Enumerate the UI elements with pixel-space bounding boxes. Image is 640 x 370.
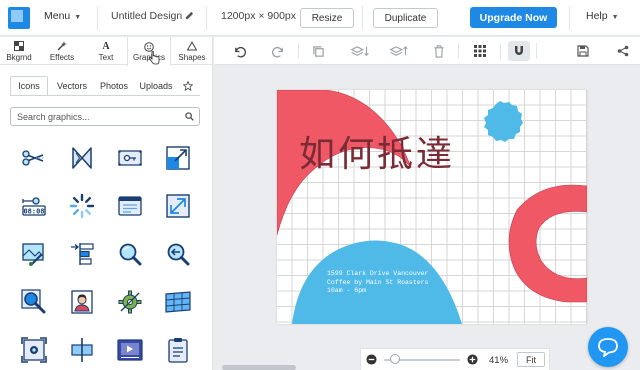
resize-button[interactable]: Resize	[300, 8, 354, 28]
zoom-back-icon[interactable]	[165, 241, 191, 267]
canvas-heading[interactable]: 如何抵達	[299, 125, 455, 177]
tab-effects[interactable]: Effects	[40, 37, 84, 65]
divider	[500, 43, 501, 59]
zoom-out-icon[interactable]	[366, 354, 377, 365]
top-bar: Menu ▼ Untitled Design 1200px × 900px Res…	[0, 0, 640, 36]
app-logo[interactable]	[8, 7, 30, 29]
undo-icon[interactable]	[230, 42, 248, 60]
text-icon: A	[102, 40, 110, 52]
tab-label: Shapes	[178, 52, 206, 62]
clipboard-icon[interactable]	[165, 337, 191, 363]
zoom-slider-handle[interactable]	[390, 354, 401, 364]
text-line: Coffee by Main St Roasters	[327, 278, 429, 286]
divider	[298, 43, 299, 59]
zoom-in-icon[interactable]	[21, 289, 47, 315]
copy-icon[interactable]	[309, 42, 327, 60]
divider	[97, 6, 98, 30]
chevron-down-icon: ▼	[611, 14, 619, 21]
id-portrait-icon[interactable]	[69, 289, 95, 315]
magnet-icon[interactable]	[508, 41, 530, 61]
divider	[536, 43, 537, 59]
layer-down-icon[interactable]	[348, 42, 372, 60]
design-canvas[interactable]: 如何抵達 1599 Clark Drive Vancouver Coffee b…	[277, 90, 587, 324]
map-grid-icon[interactable]	[165, 289, 191, 315]
share-icon[interactable]	[614, 42, 632, 60]
chat-bubble-icon	[598, 338, 618, 357]
tab-label: Text	[98, 52, 114, 62]
design-title[interactable]: Untitled Design	[111, 10, 194, 22]
zoom-bar: 41% Fit	[360, 348, 550, 370]
paint-brush-image-icon[interactable]	[21, 241, 47, 267]
help-dropdown[interactable]: Help ▼	[586, 10, 619, 22]
grid-icon[interactable]	[471, 42, 489, 60]
browser-window-icon[interactable]	[117, 193, 143, 219]
menu-dropdown[interactable]: Menu ▼	[44, 10, 81, 22]
divider	[206, 6, 207, 30]
trash-icon[interactable]	[430, 42, 448, 60]
scissors-icon[interactable]	[21, 145, 47, 171]
chat-button[interactable]	[588, 327, 628, 367]
subtab-vectors[interactable]: Vectors	[52, 76, 92, 96]
hourglass-icon[interactable]	[69, 145, 95, 171]
triangle-icon	[187, 41, 197, 52]
left-panel: Bkgrnd Effects A Text Graphics Shapes Ic…	[0, 37, 213, 370]
expand-arrow-icon[interactable]	[165, 193, 191, 219]
timer-icon[interactable]: 08:08	[21, 193, 47, 219]
divider	[458, 43, 459, 59]
divider	[569, 6, 570, 30]
tab-label: Bkgrnd	[6, 52, 32, 62]
resize-corner-icon[interactable]	[165, 145, 191, 171]
help-label: Help	[586, 10, 608, 22]
favorites-star-icon[interactable]	[178, 76, 198, 96]
magnifier-icon[interactable]	[117, 241, 143, 267]
pencil-icon	[186, 11, 194, 20]
search-box	[10, 107, 200, 126]
design-title-text: Untitled Design	[111, 10, 183, 22]
search-input[interactable]	[17, 110, 177, 123]
redo-icon[interactable]	[269, 42, 287, 60]
divider	[362, 6, 363, 30]
coral-ring-shape	[508, 184, 587, 303]
canvas-area: 如何抵達 1599 Clark Drive Vancouver Coffee b…	[214, 66, 640, 370]
scrollbar[interactable]	[204, 133, 208, 139]
video-player-icon[interactable]	[117, 337, 143, 363]
canvas-address-text[interactable]: 1599 Clark Drive Vancouver Coffee by Mai…	[327, 270, 428, 296]
fit-button[interactable]: Fit	[517, 352, 545, 367]
zoom-in-button-icon[interactable]	[467, 354, 478, 365]
upgrade-button[interactable]: Upgrade Now	[470, 7, 557, 28]
layer-up-icon[interactable]	[387, 42, 411, 60]
tab-background[interactable]: Bkgrnd	[0, 37, 38, 65]
mouse-cursor-icon	[148, 51, 160, 65]
panel-tabs: Bkgrnd Effects A Text Graphics Shapes	[0, 37, 213, 66]
zoom-percent: 41%	[489, 355, 509, 366]
save-icon[interactable]	[574, 42, 592, 60]
canvas-size-label: 1200px × 900px	[221, 10, 297, 22]
editor-toolbar	[214, 37, 640, 65]
tab-label: Effects	[49, 52, 75, 62]
duplicate-button[interactable]: Duplicate	[373, 8, 438, 28]
subtab-photos[interactable]: Photos	[94, 76, 134, 96]
subtab-uploads[interactable]: Uploads	[136, 76, 176, 96]
search-icon[interactable]	[185, 112, 194, 121]
align-left-icon[interactable]	[69, 241, 95, 267]
horizontal-scrollbar[interactable]	[222, 365, 296, 370]
key-icon[interactable]	[117, 145, 143, 171]
graphics-subtabs: Icons Vectors Photos Uploads	[10, 76, 200, 96]
screenshot-frame-icon[interactable]	[21, 337, 47, 363]
background-icon	[14, 41, 24, 52]
text-line: 10am - 6pm	[327, 287, 367, 294]
loading-spinner-icon[interactable]	[69, 193, 95, 219]
align-center-icon[interactable]	[69, 337, 95, 363]
text-line: 1599 Clark Drive Vancouver	[327, 270, 429, 277]
blue-badge-shape	[484, 101, 523, 142]
divider	[10, 95, 200, 96]
svg-text:08:08: 08:08	[23, 208, 44, 216]
settings-cog-icon[interactable]	[117, 289, 143, 315]
magic-wand-icon	[57, 41, 67, 52]
chevron-down-icon: ▼	[74, 14, 82, 21]
subtab-icons[interactable]: Icons	[10, 76, 48, 96]
tab-shapes[interactable]: Shapes	[172, 37, 212, 65]
menu-label: Menu	[44, 10, 71, 22]
tab-text[interactable]: A Text	[86, 37, 126, 65]
